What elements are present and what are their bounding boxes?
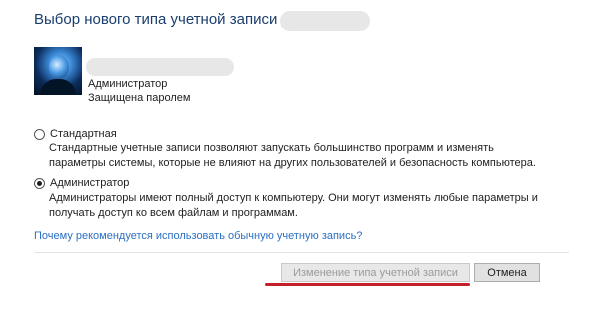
cancel-button[interactable]: Отмена [474, 263, 540, 282]
footer-divider [34, 252, 569, 253]
option-standard-description: Стандартные учетные записи позволяют зап… [49, 142, 536, 169]
option-standard-label: Стандартная [50, 128, 117, 140]
option-standard[interactable]: Стандартная [34, 128, 117, 140]
avatar-head-shape [49, 55, 69, 79]
radio-administrator[interactable] [34, 177, 45, 189]
option-administrator-label: Администратор [50, 177, 130, 189]
account-type-label: Администратор [88, 78, 168, 90]
account-password-status: Защищена паролем [88, 92, 191, 104]
radio-standard[interactable] [34, 128, 45, 140]
help-link[interactable]: Почему рекомендуется использовать обычну… [34, 230, 362, 242]
redacted-username [280, 11, 370, 31]
redacted-account-name [86, 58, 234, 76]
option-administrator[interactable]: Администратор [34, 177, 129, 189]
option-administrator-description: Администраторы имеют полный доступ к ком… [49, 192, 538, 219]
annotation-underline [265, 283, 470, 286]
avatar [34, 47, 82, 95]
avatar-shoulders-shape [40, 79, 76, 95]
dialog-title: Выбор нового типа учетной записи для [34, 11, 308, 28]
change-account-type-button[interactable]: Изменение типа учетной записи [281, 263, 470, 282]
